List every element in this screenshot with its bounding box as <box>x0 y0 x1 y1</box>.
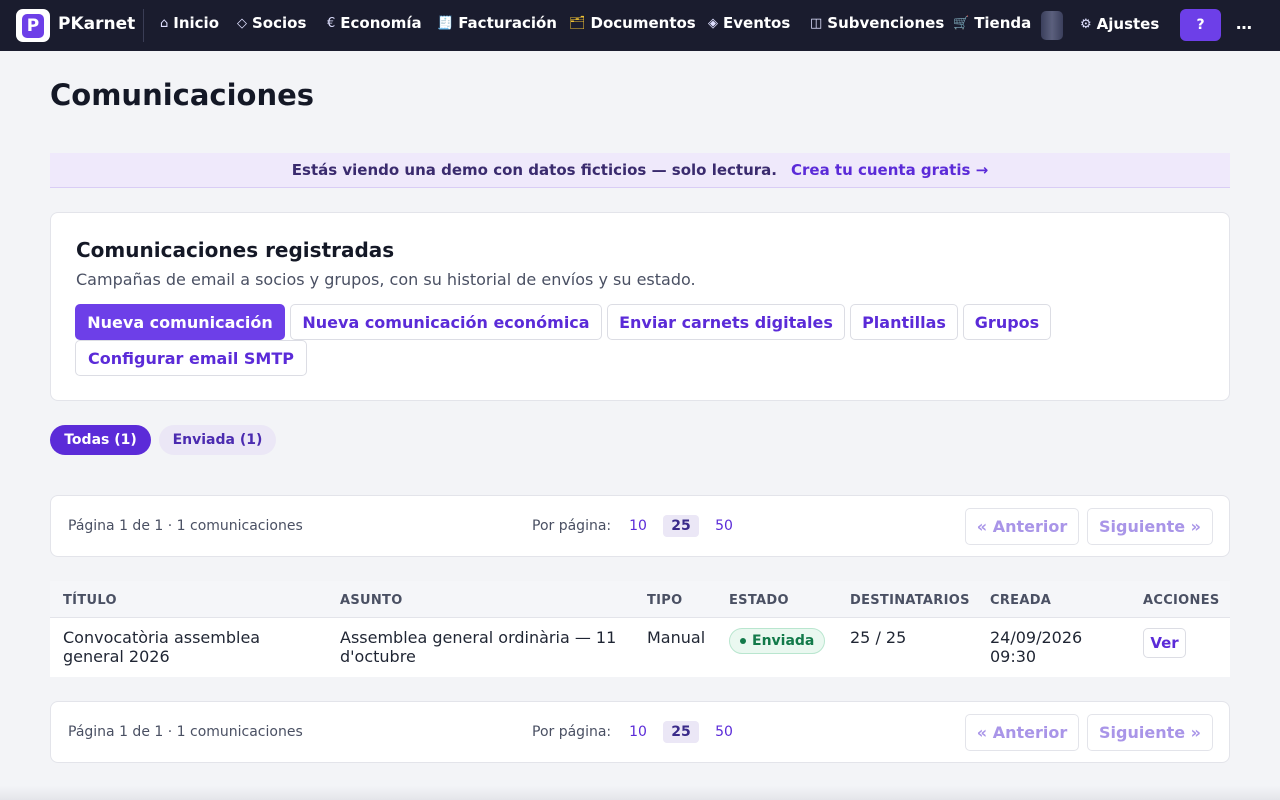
communications-card: Comunicaciones registradas Campañas de e… <box>50 212 1230 401</box>
receipt-icon: 🧾 <box>437 15 454 31</box>
nav-item-subvenciones[interactable]: ◫ Subvenciones <box>810 14 944 32</box>
row-title-line: Convocatòria assemblea <box>63 628 261 647</box>
home-icon: ⌂ <box>160 15 169 31</box>
status-label: Enviada <box>752 633 815 649</box>
new-communication-button[interactable]: Nueva comunicación <box>75 304 285 340</box>
next-page-button[interactable]: Siguiente » <box>1087 714 1213 751</box>
nav-item-economia[interactable]: € Economía <box>327 14 422 32</box>
filter-all-pill[interactable]: Todas (1) <box>50 425 151 455</box>
diamond-icon: ◇ <box>237 15 247 31</box>
column-header-subject[interactable]: ASUNTO <box>340 593 403 608</box>
pagination-bottom: Página 1 de 1 · 1 comunicaciones Por pág… <box>50 701 1230 763</box>
new-economic-communication-button[interactable]: Nueva comunicación económica <box>290 304 602 340</box>
row-subject: Assemblea general ordinària — 11 d'octub… <box>340 628 616 666</box>
row-type: Manual <box>647 628 706 647</box>
scroll-shadow <box>0 786 1280 800</box>
demo-banner-text: Estás viendo una demo con datos ficticio… <box>291 161 777 179</box>
communications-table: TÍTULO ASUNTO TIPO ESTADO DESTINATARIOS … <box>50 581 1230 677</box>
column-header-type[interactable]: TIPO <box>647 593 682 608</box>
nav-item-tienda[interactable]: 🛒 Tienda <box>953 14 1031 32</box>
card-description: Campañas de email a socios y grupos, con… <box>76 270 696 289</box>
nav-item-label: Eventos <box>723 14 791 32</box>
previous-page-button[interactable]: « Anterior <box>965 714 1079 751</box>
column-header-status[interactable]: ESTADO <box>729 593 789 608</box>
row-subject-line: Assemblea general ordinària — 11 <box>340 628 617 647</box>
status-badge: Enviada <box>729 628 826 654</box>
row-subject-line: d'octubre <box>340 647 416 666</box>
cart-icon: 🛒 <box>953 15 970 31</box>
nav-item-label: Ajustes <box>1096 15 1160 33</box>
nav-item-label: Facturación <box>458 14 557 32</box>
groups-button[interactable]: Grupos <box>963 304 1051 340</box>
help-button[interactable]: ? <box>1180 9 1221 41</box>
create-account-link[interactable]: Crea tu cuenta gratis → <box>791 161 988 179</box>
column-header-created[interactable]: CREADA <box>990 593 1051 608</box>
row-title: Convocatòria assemblea general 2026 <box>63 628 260 666</box>
per-page-option-50[interactable]: 50 <box>711 721 737 743</box>
row-created-time: 09:30 <box>990 647 1037 666</box>
pagination-top: Página 1 de 1 · 1 comunicaciones Por pág… <box>50 495 1230 557</box>
templates-button[interactable]: Plantillas <box>850 304 958 340</box>
per-page-label: Por página: <box>532 518 612 534</box>
nav-divider <box>143 9 144 42</box>
top-navigation-bar: P PKarnet ⌂ Inicio ◇ Socios € Economía 🧾… <box>0 0 1280 51</box>
logo-icon: P <box>22 13 44 38</box>
nav-item-label: Socios <box>252 14 307 32</box>
send-digital-cards-button[interactable]: Enviar carnets digitales <box>607 304 845 340</box>
nav-item-facturacion[interactable]: 🧾 Facturación <box>437 14 557 32</box>
nav-item-label: Documentos <box>590 14 696 32</box>
previous-page-button[interactable]: « Anterior <box>965 508 1079 545</box>
row-created-date: 24/09/2026 <box>990 628 1083 647</box>
row-title-line: general 2026 <box>63 647 170 666</box>
nav-item-inicio[interactable]: ⌂ Inicio <box>160 14 219 32</box>
nav-item-label: Inicio <box>173 14 220 32</box>
nav-item-eventos[interactable]: ◈ Eventos <box>708 14 790 32</box>
avatar[interactable] <box>1041 11 1063 40</box>
nav-item-label: Tienda <box>974 14 1032 32</box>
nav-item-socios[interactable]: ◇ Socios <box>237 14 306 32</box>
gear-icon: ⚙ <box>1080 16 1092 32</box>
table-header: TÍTULO ASUNTO TIPO ESTADO DESTINATARIOS … <box>50 581 1230 618</box>
brand-name[interactable]: PKarnet <box>58 14 135 34</box>
per-page-option-10[interactable]: 10 <box>625 515 651 537</box>
per-page-label: Por página: <box>532 724 612 740</box>
pagination-info: Página 1 de 1 · 1 comunicaciones <box>68 724 303 740</box>
view-button[interactable]: Ver <box>1143 628 1186 658</box>
row-created: 24/09/2026 09:30 <box>990 628 1082 666</box>
folder-icon: 🗂 <box>569 15 586 31</box>
app-logo[interactable]: P <box>16 9 50 42</box>
column-header-recipients[interactable]: DESTINATARIOS <box>850 593 970 608</box>
euro-icon: € <box>327 15 336 31</box>
nav-item-label: Economía <box>340 14 422 32</box>
next-page-button[interactable]: Siguiente » <box>1087 508 1213 545</box>
nav-item-label: Subvenciones <box>827 14 945 32</box>
row-recipients: 25 / 25 <box>850 628 907 647</box>
per-page-option-25[interactable]: 25 <box>663 515 699 537</box>
configure-smtp-button[interactable]: Configurar email SMTP <box>75 340 307 376</box>
per-page-option-50[interactable]: 50 <box>711 515 737 537</box>
per-page-option-10[interactable]: 10 <box>625 721 651 743</box>
page-title: Comunicaciones <box>50 78 315 112</box>
per-page-option-25[interactable]: 25 <box>663 721 699 743</box>
demo-banner: Estás viendo una demo con datos ficticio… <box>50 153 1230 188</box>
event-icon: ◈ <box>708 15 718 31</box>
nav-item-documentos[interactable]: 🗂 Documentos <box>569 14 696 32</box>
pagination-info: Página 1 de 1 · 1 comunicaciones <box>68 518 303 534</box>
filter-sent-pill[interactable]: Enviada (1) <box>159 425 276 455</box>
nav-item-ajustes[interactable]: ⚙ Ajustes <box>1080 15 1159 33</box>
column-header-actions: ACCIONES <box>1143 593 1220 608</box>
grants-icon: ◫ <box>810 15 823 31</box>
column-header-title[interactable]: TÍTULO <box>63 593 117 608</box>
card-title: Comunicaciones registradas <box>76 238 395 262</box>
more-menu-button[interactable]: … <box>1236 14 1252 33</box>
status-dot-icon <box>740 638 746 644</box>
